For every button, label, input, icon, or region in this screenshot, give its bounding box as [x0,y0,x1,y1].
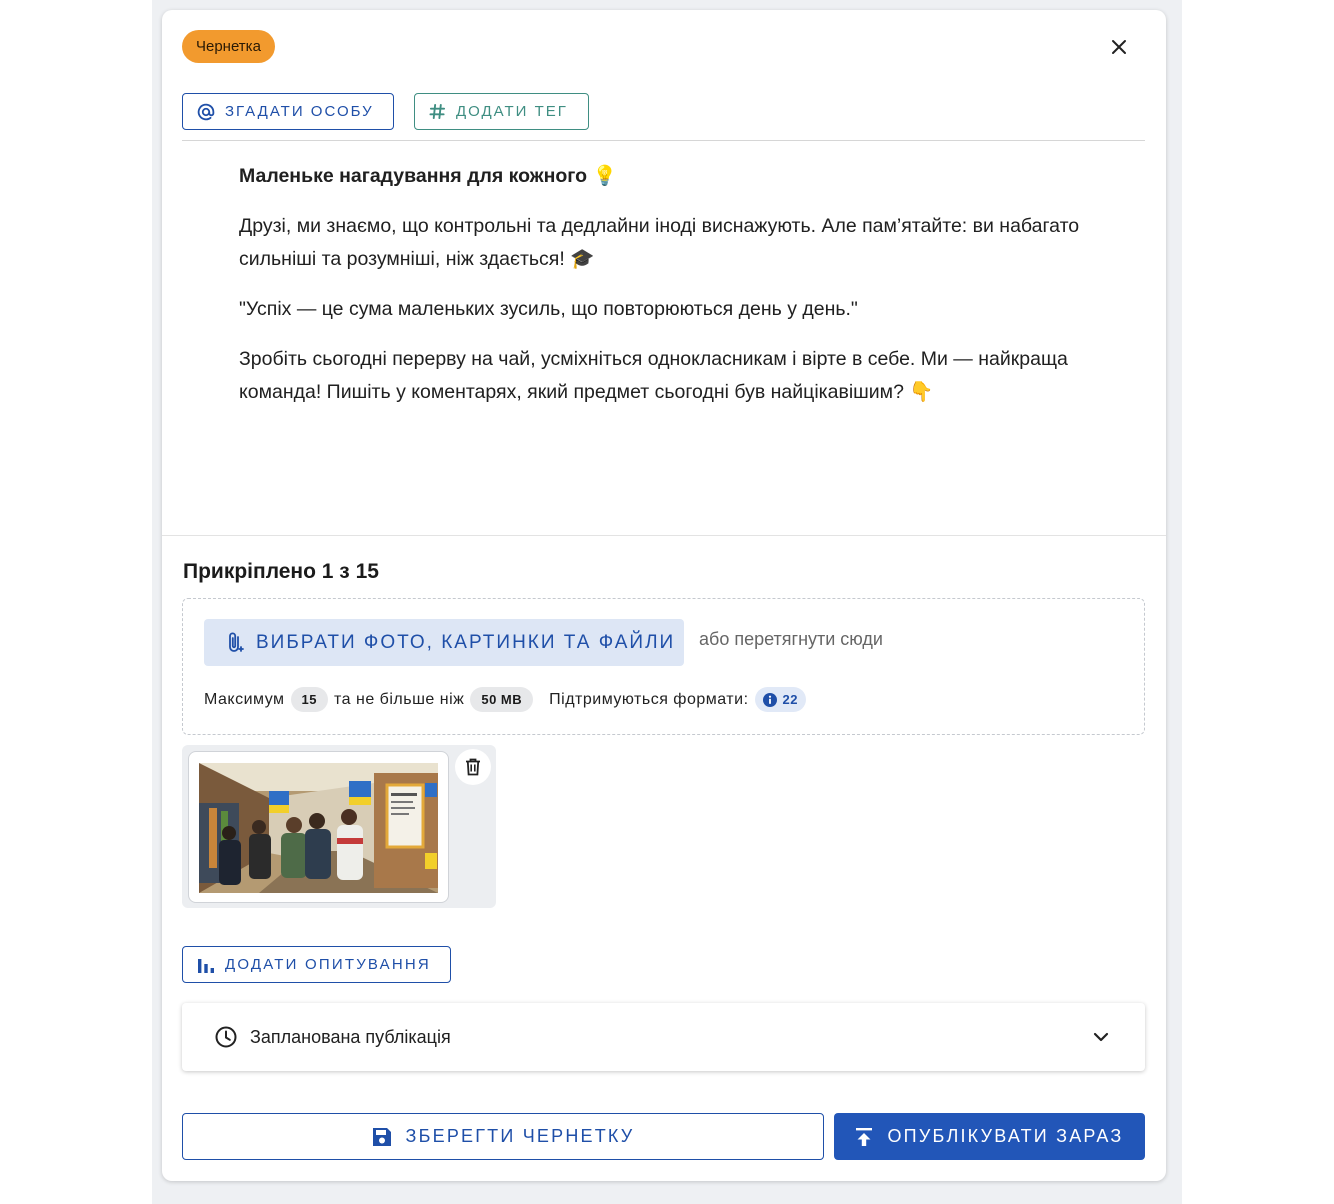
save-icon [372,1127,391,1146]
school-hallway-photo [199,763,438,893]
section-divider [162,535,1166,536]
info-icon [762,692,777,707]
attachment-item [182,745,496,908]
post-quote: "Успіх — це сума маленьких зусиль, що по… [239,298,858,320]
chevron-down-icon[interactable] [1093,1032,1109,1042]
toolbar-divider [182,140,1145,141]
clock-icon [215,1026,237,1048]
upload-icon [856,1127,873,1146]
post-heading: Маленьке нагадування для кожного 💡 [239,165,617,187]
add-poll-label: Додати опитування [225,956,431,973]
scheduled-publication-accordion[interactable]: Запланована публікація [182,1003,1145,1071]
mention-person-button[interactable]: Згадати особу [182,93,394,130]
publish-now-label: Опублікувати зараз [887,1126,1124,1146]
save-draft-button[interactable]: Зберегти чернетку [182,1113,824,1160]
attachments-title: Прикріплено 1 з 15 [183,560,379,583]
max-size-chip: 50 MB [470,687,534,712]
formats-count: 22 [782,692,798,707]
hash-icon [429,103,446,120]
scheduled-publication-label: Запланована публікація [250,1026,451,1047]
post-paragraph: Зробіть сьогодні перерву на чай, усміхні… [239,348,1068,403]
formats-label: Підтримуються формати: [549,690,749,708]
max-size-label: та не більше ніж [334,690,465,708]
add-poll-button[interactable]: Додати опитування [182,946,451,983]
formats-chip[interactable]: 22 [754,687,806,712]
close-button[interactable] [1104,32,1134,62]
pick-files-label: Вибрати фото, картинки та файли [256,631,676,653]
add-tag-label: Додати тег [456,103,568,120]
max-count-label: Максимум [204,690,285,708]
at-icon [197,103,215,121]
status-badge: Чернетка [182,30,275,63]
add-tag-button[interactable]: Додати тег [414,93,589,130]
max-count-chip: 15 [290,687,328,712]
post-paragraph: Друзі, ми знаємо, що контрольні та дедла… [239,215,1080,270]
trash-icon [466,758,480,776]
publish-now-button[interactable]: Опублікувати зараз [834,1113,1145,1160]
drag-hint: або перетягнути сюди [699,629,883,649]
attachment-thumbnail[interactable] [188,751,449,903]
save-draft-label: Зберегти чернетку [405,1126,635,1146]
file-dropzone[interactable]: Вибрати фото, картинки та файли або пере… [182,598,1145,735]
paperclip-icon [226,631,244,655]
post-text-editor[interactable]: Маленьке нагадування для кожного 💡 Друзі… [239,160,1099,426]
upload-limits: Максимум 15 та не більше ніж 50 MB Підтр… [204,687,812,712]
close-icon [1112,40,1126,54]
scheduled-publication-header: Запланована публікація [215,1026,451,1048]
delete-attachment-button[interactable] [455,749,491,785]
mention-person-label: Згадати особу [225,103,374,120]
pick-files-button[interactable]: Вибрати фото, картинки та файли [204,619,684,666]
bar-chart-icon [197,956,215,974]
post-composer-dialog: Чернетка Згадати особу Додати тег Малень… [162,10,1166,1181]
